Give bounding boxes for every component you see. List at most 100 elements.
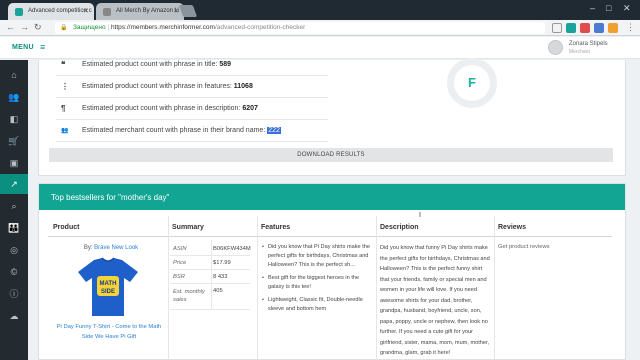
stat-value: 589 bbox=[219, 61, 232, 68]
watermark: Photomyllest bbox=[556, 348, 591, 354]
url-input[interactable]: 🔒 Защищено | https://members.merchinform… bbox=[55, 22, 545, 34]
page-favicon bbox=[103, 8, 111, 16]
summary-key: ASIN bbox=[173, 246, 187, 252]
copyright-icon[interactable]: © bbox=[0, 262, 28, 282]
paragraph-icon: ¶ bbox=[61, 104, 66, 113]
text-cursor-icon: I bbox=[419, 212, 421, 219]
forward-icon[interactable]: → bbox=[20, 22, 29, 32]
shirt-text: SIDE bbox=[101, 289, 115, 295]
brand-link[interactable]: Brave New Look bbox=[94, 245, 138, 251]
hamburger-icon[interactable]: ≡ bbox=[40, 42, 45, 52]
browser-tab-active[interactable]: Advanced competition c ✕ bbox=[8, 3, 94, 20]
column-divider bbox=[257, 216, 258, 360]
summary-key: BSR bbox=[173, 274, 185, 280]
new-tab-button[interactable] bbox=[178, 5, 198, 17]
extension-icon[interactable] bbox=[566, 23, 576, 33]
maximize-icon[interactable]: □ bbox=[606, 3, 611, 13]
stat-label: Estimated product count with phrase in d… bbox=[82, 105, 241, 112]
summary-value: $17.99 bbox=[213, 260, 231, 266]
merchinformer-favicon bbox=[15, 8, 23, 16]
user-role: Merchant bbox=[569, 49, 590, 55]
globe-icon[interactable]: ◎ bbox=[0, 240, 28, 260]
product-title-link[interactable]: Pi Day Funny T-Shirt - Come to the Math … bbox=[52, 322, 166, 342]
menu-label[interactable]: MENU bbox=[12, 44, 34, 51]
stat-label: Estimated product count with phrase in t… bbox=[82, 61, 218, 68]
close-tab-icon[interactable]: ✕ bbox=[83, 7, 89, 15]
home-icon[interactable]: ⌂ bbox=[0, 65, 28, 85]
col-features: Features bbox=[261, 224, 291, 231]
browser-tab[interactable]: All Merch By Amazon Li ✕ bbox=[96, 3, 184, 20]
address-bar-row: ← → ↻ 🔒 Защищено | https://members.merch… bbox=[0, 20, 640, 36]
stat-row-title: ❝ Estimated product count with phrase in… bbox=[56, 54, 328, 76]
browser-tabstrip: Advanced competition c ✕ All Merch By Am… bbox=[0, 0, 640, 20]
product-image[interactable]: MATH SIDE bbox=[76, 256, 140, 318]
stat-row-description: ¶ Estimated product count with phrase in… bbox=[56, 98, 328, 120]
group-icon[interactable]: 👪 bbox=[0, 218, 28, 238]
stat-label: Estimated product count with phrase in f… bbox=[82, 83, 232, 90]
extension-icon[interactable] bbox=[580, 23, 590, 33]
minimize-icon[interactable]: – bbox=[590, 3, 595, 13]
close-window-icon[interactable]: ✕ bbox=[623, 3, 631, 14]
competition-grade: F bbox=[468, 75, 476, 90]
stat-row-features: ⋮ Estimated product count with phrase in… bbox=[56, 76, 328, 98]
cart-icon[interactable]: 🛒 bbox=[0, 131, 28, 151]
browser-menu-icon[interactable]: ⋮ bbox=[626, 22, 635, 33]
summary-row: ASIN B06KFW434M bbox=[170, 242, 251, 256]
bookmark-star-icon[interactable] bbox=[552, 23, 562, 33]
search-icon[interactable]: ⌕ bbox=[0, 196, 28, 216]
summary-key: Price bbox=[173, 260, 187, 266]
feature-item: Did you know that Pi Day shirts make the… bbox=[262, 243, 374, 270]
trending-icon[interactable]: ↗ bbox=[0, 174, 28, 194]
feature-item: Lightweight, Classic fit, Double-needle … bbox=[262, 296, 374, 314]
download-results-button[interactable]: DOWNLOAD RESULTS bbox=[49, 148, 613, 162]
back-icon[interactable]: ← bbox=[6, 22, 15, 32]
product-brand: By: Brave New Look bbox=[56, 245, 166, 251]
stat-value: 6207 bbox=[242, 105, 258, 112]
lock-icon: 🔒 bbox=[60, 25, 68, 31]
stat-row-brand: 👥 Estimated merchant count with phrase i… bbox=[56, 120, 328, 142]
reload-icon[interactable]: ↻ bbox=[34, 22, 42, 33]
stat-value: 222 bbox=[267, 127, 281, 134]
info-icon[interactable]: ⓘ bbox=[0, 284, 28, 304]
avatar[interactable] bbox=[548, 40, 563, 55]
get-reviews-link[interactable]: Get product reviews bbox=[498, 244, 550, 250]
summary-row: Price $17.99 bbox=[170, 256, 250, 270]
summary-row: Est. monthly sales 405 bbox=[170, 284, 250, 310]
column-divider bbox=[168, 216, 169, 360]
bag-icon[interactable]: ◧ bbox=[0, 109, 28, 129]
summary-divider bbox=[211, 240, 212, 310]
users-icon[interactable]: 👥 bbox=[0, 87, 28, 107]
product-description: Did you know that funny Pi Day shirts ma… bbox=[380, 245, 490, 356]
tab-title: All Merch By Amazon Li bbox=[116, 8, 180, 14]
cloud-icon[interactable]: ☁ bbox=[0, 306, 28, 326]
sidebar: ⌂ 👥 ◧ 🛒 ▣ ♥ ↗ ⌕ 👪 ◎ © ⓘ ☁ bbox=[0, 60, 28, 360]
col-summary: Summary bbox=[172, 224, 204, 231]
url-host: https://members.merchinformer.com bbox=[110, 24, 215, 31]
users-icon: 👥 bbox=[61, 128, 69, 134]
user-name[interactable]: Zonara Stipels bbox=[569, 41, 608, 47]
col-reviews: Reviews bbox=[498, 224, 527, 231]
extension-icon[interactable] bbox=[608, 23, 618, 33]
by-label: By: bbox=[83, 245, 93, 251]
list-dots-icon: ⋮ bbox=[61, 82, 69, 91]
url-path: /advanced-competition-checker bbox=[214, 24, 306, 31]
summary-value: B06KFW434M bbox=[213, 246, 251, 252]
shirt-text: MATH bbox=[100, 281, 117, 287]
summary-value: 405 bbox=[213, 288, 223, 294]
summary-row: BSR 8 433 bbox=[170, 270, 250, 284]
feature-item: Best gift for the biggest heroes in the … bbox=[262, 274, 374, 292]
column-divider bbox=[376, 216, 377, 360]
summary-value: 8 433 bbox=[213, 274, 228, 280]
bestsellers-header: Top bestsellers for "mother's day" bbox=[39, 184, 625, 210]
summary-key: Est. monthly sales bbox=[173, 289, 205, 303]
stat-label: Estimated merchant count with phrase in … bbox=[82, 127, 266, 134]
column-divider bbox=[494, 216, 495, 360]
col-product: Product bbox=[53, 224, 80, 231]
gift-icon[interactable]: ▣ bbox=[0, 153, 28, 173]
col-description: Description bbox=[380, 224, 419, 231]
secure-label: Защищено bbox=[73, 24, 106, 31]
stat-value: 11068 bbox=[233, 83, 253, 90]
extension-icon[interactable] bbox=[594, 23, 604, 33]
quote-icon: ❝ bbox=[61, 60, 66, 69]
close-tab-icon[interactable]: ✕ bbox=[173, 7, 179, 15]
